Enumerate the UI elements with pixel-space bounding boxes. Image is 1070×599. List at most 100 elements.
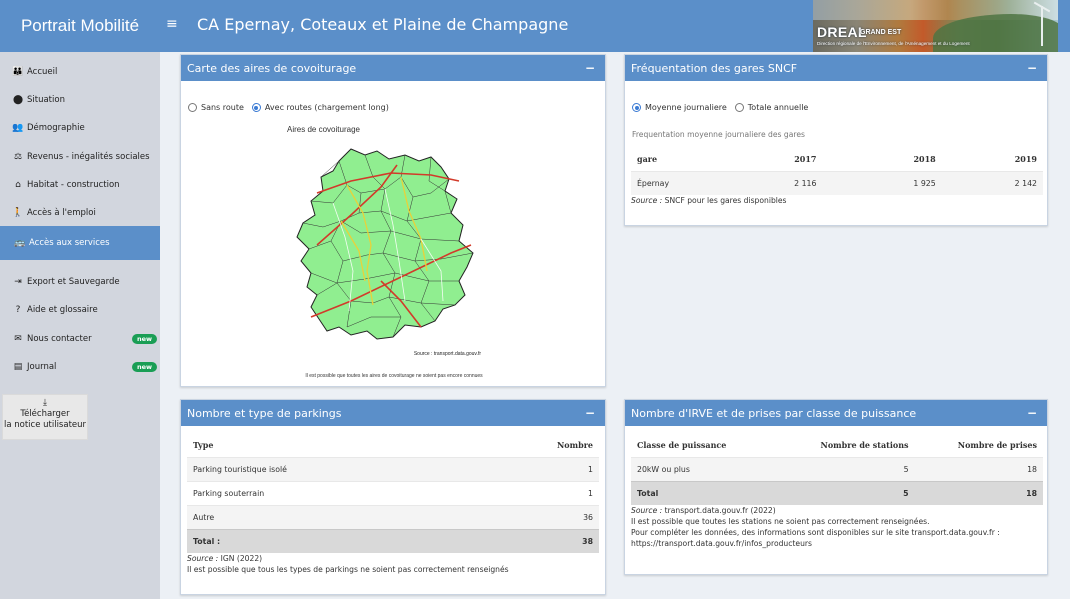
banner-subtitle: GRAND EST xyxy=(860,29,902,36)
sidebar-item-export[interactable]: ⇥ Export et Sauvegarde xyxy=(0,268,160,296)
covoiturage-map-box: Carte des aires de covoiturage − Sans ro… xyxy=(180,54,606,387)
collapse-icon[interactable]: − xyxy=(585,61,595,75)
table-cell: Parking souterrain xyxy=(187,481,471,506)
box-header: Nombre d'IRVE et de prises par classe de… xyxy=(625,400,1047,426)
column-header: Nombre xyxy=(556,440,593,450)
sidebar-item-label: Accueil xyxy=(27,67,58,77)
sidebar-item-contact[interactable]: ✉ Nous contacter new xyxy=(0,325,160,353)
walking-person-icon: 🚶 xyxy=(12,208,24,218)
table-caption: Frequentation moyenne journaliere des ga… xyxy=(632,130,805,139)
map-title: Aires de covoiturage xyxy=(287,125,360,134)
table-cell: 38 xyxy=(470,529,599,553)
column-header: 2018 xyxy=(913,154,936,164)
sidebar-item-label: Nous contacter xyxy=(27,334,92,344)
question-circle-icon: ? xyxy=(15,305,21,315)
download-line2: la notice utilisateur xyxy=(3,420,87,430)
table-cell: 5 xyxy=(773,481,915,505)
map-marker-icon: ⬤ xyxy=(12,95,24,105)
export-icon: ⇥ xyxy=(14,277,22,287)
box-header: Fréquentation des gares SNCF − xyxy=(625,55,1047,81)
envelope-icon: ✉ xyxy=(14,334,22,344)
table-note: Pour compléter les données, des informat… xyxy=(631,528,1000,537)
radio-label[interactable]: Moyenne journaliere xyxy=(645,103,727,112)
table-cell: 1 925 xyxy=(834,171,966,195)
radio-label[interactable]: Avec routes (chargement long) xyxy=(265,103,389,112)
download-manual-button[interactable]: ⤓ Télécharger la notice utilisateur xyxy=(2,394,88,440)
table-cell: Total : xyxy=(187,529,471,553)
hamburger-icon[interactable]: ≡ xyxy=(166,16,178,32)
radio-label[interactable]: Sans route xyxy=(201,103,244,112)
map-note: Il est possible que toutes les aires de … xyxy=(305,373,483,379)
sidebar-item-revenus[interactable]: ⚖ Revenus - inégalités sociales xyxy=(0,143,160,171)
sidebar-item-emploi[interactable]: 🚶 Accès à l'emploi xyxy=(0,199,160,227)
collapse-icon[interactable]: − xyxy=(1027,406,1037,420)
sidebar-item-situation[interactable]: ⬤ Situation xyxy=(0,86,160,114)
sidebar-item-label: Habitat - construction xyxy=(27,180,120,190)
sidebar-item-label: Démographie xyxy=(27,123,85,133)
download-icon: ⤓ xyxy=(43,398,47,408)
new-badge: new xyxy=(132,334,158,344)
table-total-row: Total : 38 xyxy=(187,529,599,553)
newspaper-icon: ▤ xyxy=(13,362,23,372)
radio-totale[interactable] xyxy=(734,103,744,112)
column-header: Type xyxy=(193,440,214,450)
table-cell: Autre xyxy=(187,505,471,530)
people-icon: 👪 xyxy=(12,67,24,77)
table-row: Épernay 2 116 1 925 2 142 xyxy=(631,171,1043,195)
sidebar-item-services[interactable]: 🚌 Accès aux services xyxy=(0,226,160,260)
table-cell: 20kW ou plus xyxy=(631,457,774,482)
table-row: 20kW ou plus 5 18 xyxy=(631,457,1043,482)
dreal-banner-logo: DREAL GRAND EST Direction régionale de l… xyxy=(813,0,1058,52)
sidebar-item-aide[interactable]: ? Aide et glossaire xyxy=(0,296,160,324)
page-title: CA Epernay, Coteaux et Plaine de Champag… xyxy=(197,15,569,34)
table-cell: 18 xyxy=(914,457,1043,482)
sidebar-item-label: Journal xyxy=(27,362,57,372)
table-note: Il est possible que tous les types de pa… xyxy=(187,565,509,574)
sidebar-item-label: Accès à l'emploi xyxy=(27,208,96,218)
table-source: Source : IGN (2022) xyxy=(187,554,263,563)
sidebar-item-journal[interactable]: ▤ Journal new xyxy=(0,353,160,381)
collapse-icon[interactable]: − xyxy=(585,406,595,420)
sidebar-item-label: Situation xyxy=(27,95,65,105)
producer-link[interactable]: https://transport.data.gouv.fr/infos_pro… xyxy=(631,538,1043,549)
table-cell: 1 xyxy=(470,481,599,506)
box-header: Carte des aires de covoiturage − xyxy=(181,55,605,81)
covoiturage-map[interactable]: Source : transport.data.gouv.fr xyxy=(281,141,511,361)
sidebar-item-label: Aide et glossaire xyxy=(27,305,98,315)
column-header: Nombre de prises xyxy=(957,440,1037,450)
box-header: Nombre et type de parkings − xyxy=(181,400,605,426)
table-row: Autre 36 xyxy=(187,505,599,530)
irve-box: Nombre d'IRVE et de prises par classe de… xyxy=(624,399,1048,575)
column-header: gare xyxy=(637,154,658,164)
column-header: Nombre de stations xyxy=(820,440,909,450)
gares-box: Fréquentation des gares SNCF − Moyenne j… xyxy=(624,54,1048,226)
sidebar-item-label: Accès aux services xyxy=(29,238,110,248)
bus-icon: 🚌 xyxy=(14,238,26,248)
table-cell: 36 xyxy=(470,505,599,530)
box-title: Carte des aires de covoiturage xyxy=(187,61,357,75)
sidebar-item-label: Revenus - inégalités sociales xyxy=(27,152,150,162)
column-header: Classe de puissance xyxy=(637,440,727,450)
top-header: Portrait Mobilité ≡ CA Epernay, Coteaux … xyxy=(0,0,1070,52)
irve-table: Classe de puissance Nombre de stations N… xyxy=(631,433,1043,505)
table-cell: Épernay xyxy=(631,171,731,195)
radio-moyenne[interactable] xyxy=(632,103,641,112)
table-cell: Total xyxy=(631,481,774,505)
table-note: Il est possible que toutes les stations … xyxy=(631,517,930,526)
sidebar: 👪 Accueil ⬤ Situation 👥 Démographie ⚖ Revenu… xyxy=(0,52,160,599)
collapse-icon[interactable]: − xyxy=(1027,61,1037,75)
sidebar-item-habitat[interactable]: ⌂ Habitat - construction xyxy=(0,171,160,199)
sidebar-item-label: Export et Sauvegarde xyxy=(27,277,120,287)
table-source: Source : SNCF pour les gares disponibles xyxy=(631,196,787,205)
app-title[interactable]: Portrait Mobilité xyxy=(0,0,160,52)
sidebar-item-demographie[interactable]: 👥 Démographie xyxy=(0,114,160,142)
sidebar-item-accueil[interactable]: 👪 Accueil xyxy=(0,58,160,86)
radio-label[interactable]: Totale annuelle xyxy=(748,103,809,112)
radio-avec-routes[interactable] xyxy=(251,103,261,112)
table-cell: 18 xyxy=(914,481,1043,505)
banner-caption: Direction régionale de l'Environnement, … xyxy=(817,41,970,46)
new-badge: new xyxy=(132,362,158,372)
users-icon: 👥 xyxy=(12,123,24,133)
table-row: Parking souterrain 1 xyxy=(187,481,599,506)
radio-sans-route[interactable] xyxy=(188,103,197,112)
